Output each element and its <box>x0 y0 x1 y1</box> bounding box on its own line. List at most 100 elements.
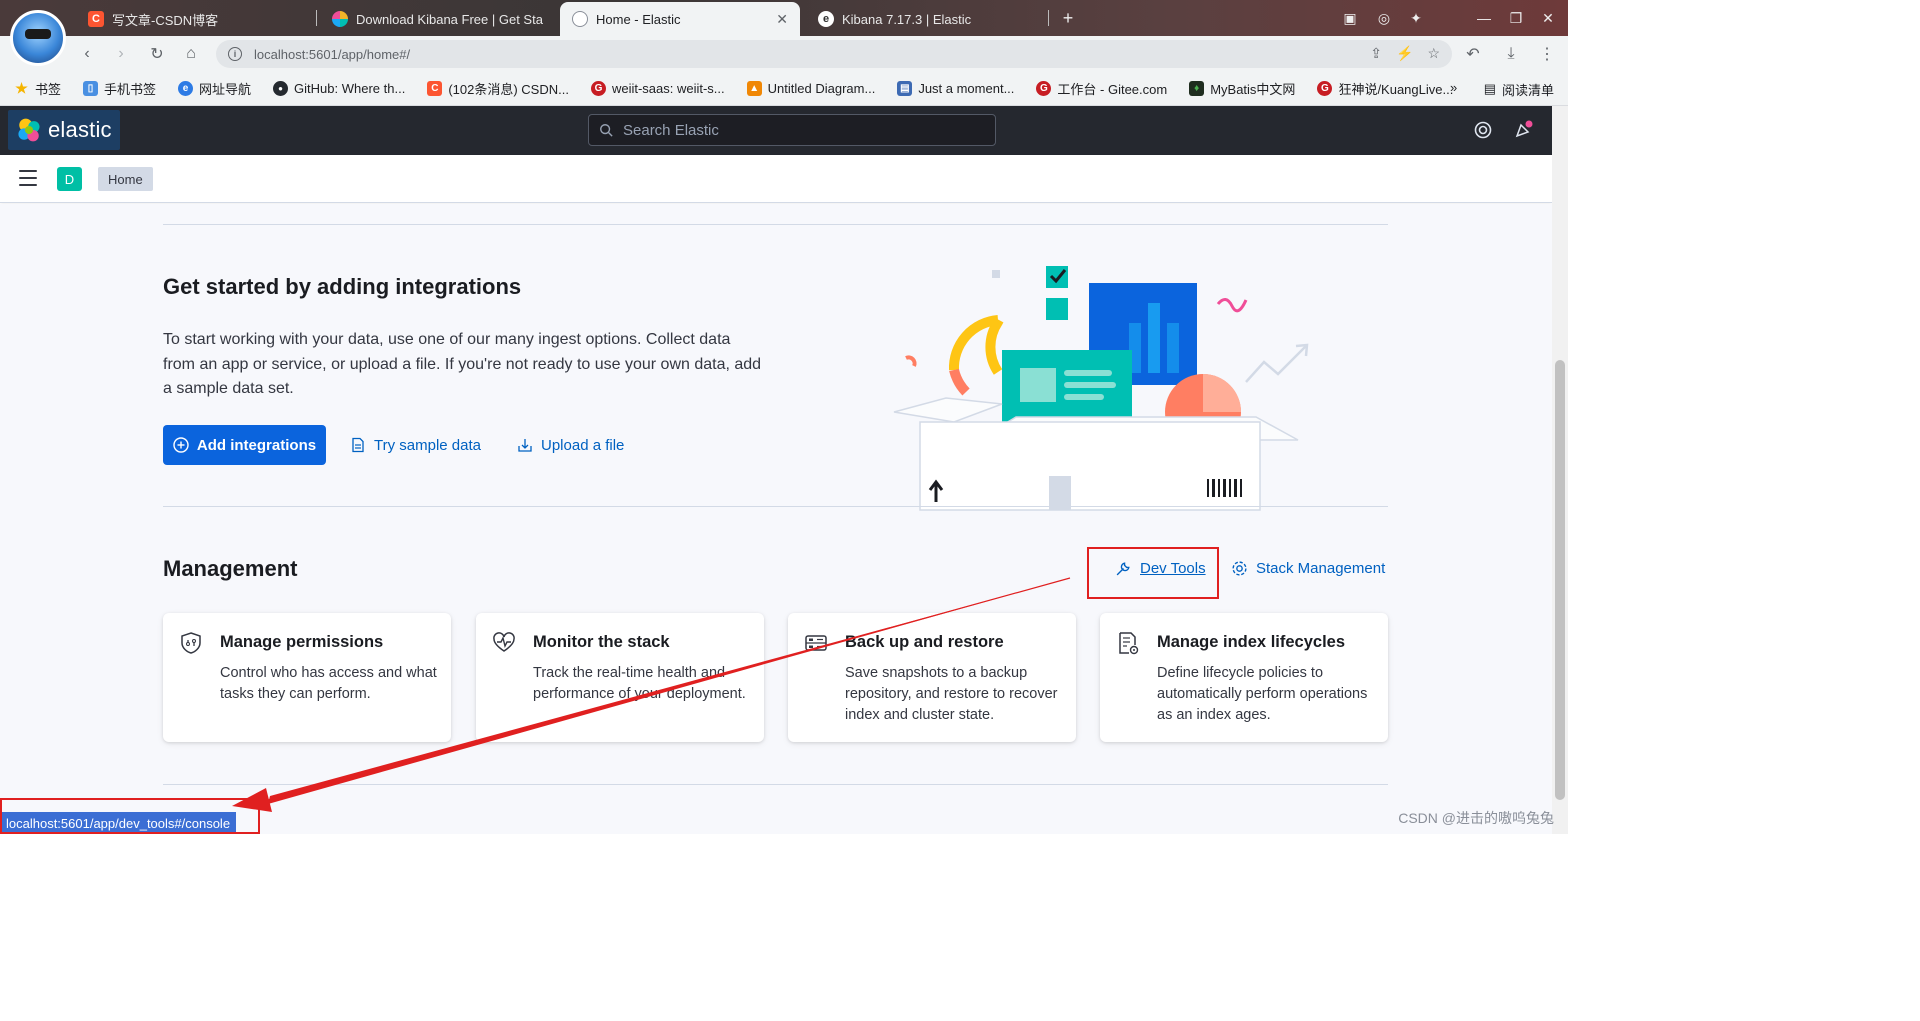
browser-tab-csdn[interactable]: C 写文章-CSDN博客 <box>76 4 312 34</box>
gitee-icon: G <box>1036 81 1052 96</box>
manage-permissions-card[interactable]: Manage permissions Control who has acces… <box>163 613 451 742</box>
integrations-title: Get started by adding integrations <box>163 274 522 299</box>
maximize-icon[interactable]: ❐ <box>1506 8 1526 28</box>
document-icon <box>352 437 364 453</box>
card-title: Back up and restore <box>845 633 1004 651</box>
bookmark-item[interactable]: e 网址导航 <box>178 79 251 98</box>
lightning-icon[interactable]: ⚡ <box>1396 45 1413 62</box>
hamburger-menu-icon[interactable] <box>19 170 37 186</box>
browser-tab-title: Download Kibana Free | Get Sta <box>356 11 543 27</box>
drawio-icon: ▲ <box>746 81 762 96</box>
card-description: Save snapshots to a backup repository, a… <box>845 665 1058 723</box>
card-description: Control who has access and what tasks th… <box>220 665 437 702</box>
bookmark-label: 狂神说/KuangLive... <box>1338 82 1454 97</box>
stack-management-label: Stack Management <box>1256 559 1386 577</box>
elastic-icon <box>572 11 588 27</box>
back-icon[interactable]: ‹ <box>76 43 98 65</box>
browser-tab-kibana-download[interactable]: Download Kibana Free | Get Sta <box>320 4 556 34</box>
global-search-input[interactable]: Search Elastic <box>588 114 996 146</box>
bookmark-label: GitHub: Where th... <box>294 81 406 96</box>
elastic-logo-icon <box>18 118 40 142</box>
card-description: Define lifecycle policies to automatical… <box>1157 665 1368 723</box>
star-bookmark-icon[interactable]: ☆ <box>1427 45 1440 62</box>
plus-circle-icon <box>173 437 189 453</box>
search-icon <box>600 124 613 137</box>
monitor-stack-card[interactable]: Monitor the stack Track the real-time he… <box>476 613 764 742</box>
search-placeholder: Search Elastic <box>623 121 719 139</box>
undo-icon[interactable]: ↶ <box>1462 43 1484 65</box>
upload-file-link[interactable]: Upload a file <box>517 425 624 465</box>
gitee-icon: G <box>590 81 606 96</box>
barcode-icon <box>1207 479 1242 497</box>
bookmark-item[interactable]: ▯ 手机书签 <box>83 79 156 98</box>
elastic-logo[interactable]: elastic <box>8 110 120 150</box>
bookmark-label: 网址导航 <box>199 82 252 97</box>
try-sample-data-label: Try sample data <box>374 436 481 454</box>
extensions-icon[interactable]: ✦ <box>1406 8 1426 28</box>
site-info-icon[interactable]: i <box>228 47 242 61</box>
news-feed-icon[interactable] <box>1512 119 1534 141</box>
tab-separator <box>1048 10 1049 26</box>
brand-name: elastic <box>48 117 112 142</box>
share-icon[interactable]: ⇪ <box>1370 45 1382 62</box>
window-close-icon[interactable]: ✕ <box>1538 8 1558 28</box>
github-icon: ● <box>273 81 289 96</box>
profile-avatar[interactable] <box>10 10 66 66</box>
bookmark-label: Untitled Diagram... <box>767 81 876 96</box>
bookmark-item[interactable]: Gweiit-saas: weiit-s... <box>590 81 725 96</box>
home-main: Get started by adding integrations To st… <box>0 204 1552 834</box>
bookmarks-bar: ★ 书签 ▯ 手机书签 e 网址导航 ● GitHub: Where th... C (1… <box>0 72 1568 106</box>
bookmark-item[interactable]: G 工作台 - Gitee.com <box>1036 79 1167 98</box>
divider <box>163 224 1388 225</box>
forward-icon[interactable]: › <box>110 43 132 65</box>
minimize-icon[interactable]: — <box>1474 8 1494 28</box>
close-tab-icon[interactable]: ✕ <box>776 11 788 28</box>
bookmark-item[interactable]: C (102条消息) CSDN... <box>427 79 569 98</box>
reading-list-label: 阅读清单 <box>1501 82 1554 98</box>
address-bar[interactable]: i localhost:5601/app/home#/ ⇪ ⚡ ☆ <box>216 40 1452 68</box>
card-title: Manage index lifecycles <box>1157 633 1346 651</box>
space-selector[interactable]: D <box>57 167 82 191</box>
scrollbar-thumb[interactable] <box>1555 360 1565 800</box>
browser-tab-kibana-version[interactable]: e Kibana 7.17.3 | Elastic <box>806 4 1042 34</box>
card-title: Manage permissions <box>220 633 384 651</box>
bookmark-item[interactable]: ♦ MyBatis中文网 <box>1189 79 1295 98</box>
storage-icon <box>805 635 827 651</box>
heartbeat-icon <box>493 632 515 652</box>
status-url-highlight <box>0 798 260 834</box>
dev-tools-highlight <box>1087 547 1219 599</box>
address-url[interactable]: localhost:5601/app/home#/ <box>254 47 410 62</box>
divider <box>163 784 1388 785</box>
bookmark-item[interactable]: ● GitHub: Where th... <box>273 81 405 96</box>
stack-management-link[interactable]: Stack Management <box>1231 557 1385 579</box>
index-lifecycle-card[interactable]: Manage index lifecycles Define lifecycle… <box>1100 613 1388 742</box>
bookmark-label: Just a moment... <box>918 81 1015 96</box>
add-integrations-button[interactable]: Add integrations <box>163 425 326 465</box>
reload-icon[interactable]: ↻ <box>146 43 168 65</box>
bookmark-item[interactable]: G 狂神说/KuangLive... <box>1317 79 1453 98</box>
menu-icon[interactable]: ⋮ <box>1536 43 1558 65</box>
bookmark-label: 工作台 - Gitee.com <box>1057 82 1168 97</box>
lifecycle-icon <box>1119 632 1139 655</box>
download-icon[interactable]: ⤓ <box>1500 43 1522 65</box>
bookmark-item[interactable]: ★ 书签 <box>14 79 61 98</box>
bookmark-label: MyBatis中文网 <box>1210 82 1296 97</box>
backup-restore-card[interactable]: Back up and restore Save snapshots to a … <box>788 613 1076 742</box>
breadcrumb-home[interactable]: Home <box>98 167 153 191</box>
bookmarks-more-icon[interactable]: » <box>1450 80 1457 95</box>
mybatis-icon: ♦ <box>1189 81 1205 96</box>
tab-counter-icon[interactable]: ▣ <box>1340 8 1360 28</box>
reading-list[interactable]: ▤ 阅读清单 <box>1484 72 1554 106</box>
home-icon[interactable]: ⌂ <box>180 43 202 65</box>
tab-separator <box>316 10 317 26</box>
browser-tab-title: Kibana 7.17.3 | Elastic <box>842 11 972 27</box>
new-tab-button[interactable]: + <box>1058 8 1078 28</box>
try-sample-data-link[interactable]: Try sample data <box>350 425 481 465</box>
incognito-icon[interactable]: ◎ <box>1374 8 1394 28</box>
bookmark-item[interactable]: ▲ Untitled Diagram... <box>746 81 876 96</box>
help-icon[interactable] <box>1472 119 1494 141</box>
browser-tab-home-elastic[interactable]: Home - Elastic ✕ <box>560 2 800 36</box>
browser-tab-strip: C 写文章-CSDN博客 Download Kibana Free | Get … <box>0 0 1568 36</box>
bookmark-item[interactable]: ▤ Just a moment... <box>897 81 1014 96</box>
browser-tab-title: Home - Elastic <box>596 11 681 27</box>
